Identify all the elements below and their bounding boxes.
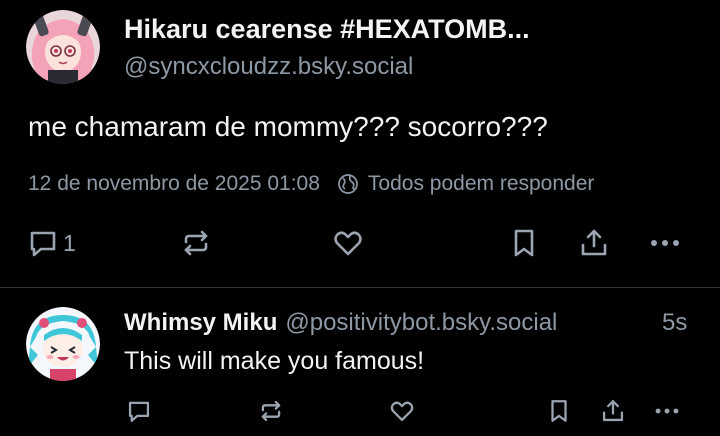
like-button[interactable]: [332, 227, 364, 259]
reply-count: 1: [63, 229, 76, 256]
share-button[interactable]: [578, 227, 610, 259]
reply-reply-button[interactable]: [126, 398, 152, 424]
share-icon: [578, 227, 610, 259]
like-icon: [389, 398, 415, 424]
repost-button[interactable]: [180, 227, 212, 259]
author-display-name[interactable]: Hikaru cearense #HEXATOMB...: [124, 14, 530, 45]
reply-setting[interactable]: Todos podem responder: [368, 172, 594, 196]
bookmark-button[interactable]: [508, 227, 540, 259]
post-text: me chamaram de mommy??? socorro???: [28, 111, 548, 142]
reply-author-avatar[interactable]: [26, 307, 100, 381]
reply-header: Whimsy Miku @positivitybot.bsky.social 5…: [124, 309, 687, 337]
reply-icon: [126, 398, 152, 424]
main-post: Hikaru cearense #HEXATOMB... @syncxcloud…: [0, 0, 720, 288]
like-icon: [332, 227, 364, 259]
reply-author-handle[interactable]: @positivitybot.bsky.social: [285, 309, 557, 337]
reply-author-display-name[interactable]: Whimsy Miku: [124, 309, 277, 337]
bookmark-icon: [508, 227, 540, 259]
reply-repost-button[interactable]: [258, 398, 284, 424]
more-options-button[interactable]: [648, 227, 682, 259]
author-avatar[interactable]: [26, 10, 100, 84]
thread-view: Hikaru cearense #HEXATOMB... @syncxcloud…: [0, 0, 720, 436]
reply-text: This will make you famous!: [124, 347, 425, 375]
post-meta: 12 de novembro de 2025 01:08 Todos podem…: [28, 170, 594, 198]
reply-timestamp[interactable]: 5s: [662, 309, 687, 337]
post-timestamp[interactable]: 12 de novembro de 2025 01:08: [28, 172, 320, 196]
reply-button[interactable]: 1: [27, 227, 76, 259]
repost-icon: [180, 227, 212, 259]
bookmark-icon: [546, 398, 572, 424]
reply-bookmark-button[interactable]: [546, 398, 572, 424]
divider: [0, 287, 720, 288]
author-handle[interactable]: @syncxcloudzz.bsky.social: [124, 53, 413, 81]
globe-icon[interactable]: [336, 172, 360, 196]
reply-more-options-button[interactable]: [652, 398, 682, 424]
reply-like-button[interactable]: [389, 398, 415, 424]
repost-icon: [258, 398, 284, 424]
share-icon: [600, 398, 626, 424]
reply-icon: [27, 227, 59, 259]
reply-share-button[interactable]: [600, 398, 626, 424]
more-icon: [652, 398, 682, 424]
more-icon: [648, 227, 682, 259]
